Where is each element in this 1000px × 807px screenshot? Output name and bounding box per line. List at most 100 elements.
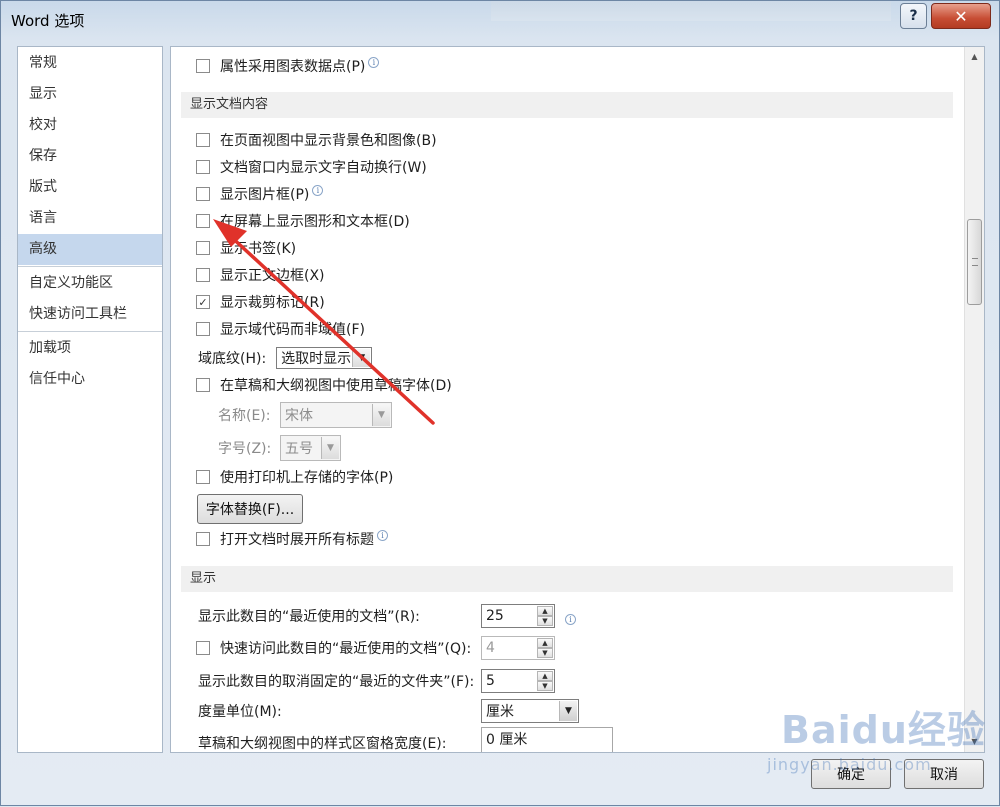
cancel-button[interactable]: 取消 xyxy=(904,759,984,789)
style-pane-width-input[interactable]: 0 厘米 xyxy=(481,727,613,752)
spin-down-icon[interactable]: ▼ xyxy=(537,648,553,658)
chevron-down-icon: ▼ xyxy=(352,349,371,367)
font-size-dropdown[interactable]: 五号 ▼ xyxy=(280,435,341,461)
nav-item-proofing[interactable]: 校对 xyxy=(18,110,162,141)
nav-item-general[interactable]: 常规 xyxy=(18,48,162,79)
option-picture-placeholders[interactable]: 显示图片框(P) i xyxy=(196,184,324,204)
checkbox[interactable] xyxy=(196,241,210,255)
option-text-boundaries[interactable]: 显示正文边框(X) xyxy=(196,265,325,285)
font-size-label: 字号(Z): xyxy=(218,441,272,457)
field-shading-row: 域底纹(H): 选取时显示 ▼ xyxy=(198,347,373,369)
scrollbar-thumb[interactable] xyxy=(967,219,982,305)
checkbox[interactable] xyxy=(196,378,210,392)
option-draft-font[interactable]: 在草稿和大纲视图中使用草稿字体(D) xyxy=(196,375,452,395)
recent-docs-spinner[interactable]: 25 ▲ ▼ xyxy=(481,604,555,628)
ok-button[interactable]: 确定 xyxy=(811,759,891,789)
checkbox[interactable] xyxy=(196,322,210,336)
nav-item-customize-ribbon[interactable]: 自定义功能区 xyxy=(18,268,162,299)
option-label: 显示图片框(P) xyxy=(220,187,310,203)
recent-docs-label: 显示此数目的“最近使用的文档”(R): xyxy=(198,609,420,625)
checkbox[interactable] xyxy=(196,133,210,147)
checkbox[interactable] xyxy=(196,160,210,174)
option-label: 在屏幕上显示图形和文本框(D) xyxy=(220,214,410,230)
close-button[interactable]: ✕ xyxy=(931,3,991,29)
quick-access-spinner[interactable]: 4 ▲ ▼ xyxy=(481,636,555,660)
nav-item-layout[interactable]: 版式 xyxy=(18,172,162,203)
option-label: 显示书签(K) xyxy=(220,241,297,257)
option-quick-access-docs[interactable]: 快速访问此数目的“最近使用的文档”(Q): xyxy=(196,638,471,658)
option-label: 在页面视图中显示背景色和图像(B) xyxy=(220,133,437,149)
nav-divider xyxy=(18,266,162,267)
option-bookmarks[interactable]: 显示书签(K) xyxy=(196,238,296,258)
option-field-codes[interactable]: 显示域代码而非域值(F) xyxy=(196,319,365,339)
option-label: 在草稿和大纲视图中使用草稿字体(D) xyxy=(220,378,452,394)
options-nav: 常规 显示 校对 保存 版式 语言 高级 自定义功能区 快速访问工具栏 加载项 … xyxy=(17,46,163,753)
help-icon: ? xyxy=(909,8,918,24)
word-options-dialog: Word 选项 ? ✕ 常规 显示 校对 保存 版式 语言 高级 自定义功能区 … xyxy=(0,0,1000,806)
info-icon: i xyxy=(368,56,380,68)
scroll-down-icon[interactable]: ▼ xyxy=(965,734,984,750)
info-icon: i xyxy=(312,184,324,196)
nav-item-display[interactable]: 显示 xyxy=(18,79,162,110)
spin-up-icon[interactable]: ▲ xyxy=(537,671,553,681)
checkbox[interactable] xyxy=(196,59,210,73)
info-icon: i xyxy=(377,529,388,541)
font-name-label: 名称(E): xyxy=(218,408,271,424)
font-substitution-button[interactable]: 字体替换(F)... xyxy=(197,494,303,524)
checkbox[interactable] xyxy=(196,641,210,655)
style-pane-label: 草稿和大纲视图中的样式区窗格宽度(E): xyxy=(198,736,447,752)
checkbox[interactable] xyxy=(196,187,210,201)
option-expand-headings[interactable]: 打开文档时展开所有标题 i xyxy=(196,529,388,549)
option-chart-data-point[interactable]: 属性采用图表数据点(P) i xyxy=(196,56,380,76)
option-background-colors[interactable]: 在页面视图中显示背景色和图像(B) xyxy=(196,130,437,150)
grip-icon xyxy=(972,258,978,266)
checkbox-checked[interactable]: ✓ xyxy=(196,295,210,309)
spin-up-icon[interactable]: ▲ xyxy=(537,638,553,648)
section-header-document-content: 显示文档内容 xyxy=(181,92,953,118)
field-shading-label: 域底纹(H): xyxy=(198,351,267,367)
nav-item-quick-access-toolbar[interactable]: 快速访问工具栏 xyxy=(18,299,162,330)
nav-divider xyxy=(18,331,162,332)
section-header-display: 显示 xyxy=(181,566,953,592)
spin-down-icon[interactable]: ▼ xyxy=(537,681,553,691)
checkbox[interactable] xyxy=(196,470,210,484)
field-shading-dropdown[interactable]: 选取时显示 ▼ xyxy=(276,347,373,369)
nav-item-save[interactable]: 保存 xyxy=(18,141,162,172)
chevron-down-icon: ▼ xyxy=(321,437,339,459)
spin-up-icon[interactable]: ▲ xyxy=(537,606,553,616)
help-button[interactable]: ? xyxy=(900,3,927,29)
checkbox[interactable] xyxy=(196,214,210,228)
background-ribbon xyxy=(491,1,891,21)
check-icon: ✓ xyxy=(198,295,208,309)
title-bar: Word 选项 ? ✕ xyxy=(1,1,1000,37)
nav-item-advanced[interactable]: 高级 xyxy=(18,234,162,265)
font-name-row: 名称(E): 宋体 ▼ xyxy=(218,402,392,428)
option-label: 打开文档时展开所有标题 xyxy=(220,532,374,548)
font-size-value: 五号 xyxy=(285,441,313,457)
font-name-dropdown[interactable]: 宋体 ▼ xyxy=(280,402,392,428)
chevron-down-icon: ▼ xyxy=(372,404,390,426)
font-size-row: 字号(Z): 五号 ▼ xyxy=(218,435,341,461)
nav-item-trust-center[interactable]: 信任中心 xyxy=(18,364,162,395)
recent-folders-value: 5 xyxy=(486,673,495,689)
recent-folders-spinner[interactable]: 5 ▲ ▼ xyxy=(481,669,555,693)
checkbox[interactable] xyxy=(196,532,210,546)
option-drawings-textboxes[interactable]: 在屏幕上显示图形和文本框(D) xyxy=(196,211,410,231)
scroll-up-icon[interactable]: ▲ xyxy=(965,49,984,65)
option-label: 属性采用图表数据点(P) xyxy=(220,59,366,75)
content-scrollbar[interactable]: ▲ ▼ xyxy=(964,47,984,752)
font-name-value: 宋体 xyxy=(285,408,313,424)
checkbox[interactable] xyxy=(196,268,210,282)
units-dropdown[interactable]: 厘米 ▼ xyxy=(481,699,579,723)
recent-folders-label: 显示此数目的取消固定的“最近的文件夹”(F): xyxy=(198,674,475,690)
option-crop-marks[interactable]: ✓ 显示裁剪标记(R) xyxy=(196,292,325,312)
spin-down-icon[interactable]: ▼ xyxy=(537,616,553,626)
option-label: 文档窗口内显示文字自动换行(W) xyxy=(220,160,427,176)
option-printer-fonts[interactable]: 使用打印机上存储的字体(P) xyxy=(196,467,393,487)
option-wrap-text[interactable]: 文档窗口内显示文字自动换行(W) xyxy=(196,157,427,177)
option-label: 显示正文边框(X) xyxy=(220,268,325,284)
nav-item-add-ins[interactable]: 加载项 xyxy=(18,333,162,364)
option-label: 显示裁剪标记(R) xyxy=(220,295,325,311)
units-value: 厘米 xyxy=(486,704,514,720)
nav-item-language[interactable]: 语言 xyxy=(18,203,162,234)
